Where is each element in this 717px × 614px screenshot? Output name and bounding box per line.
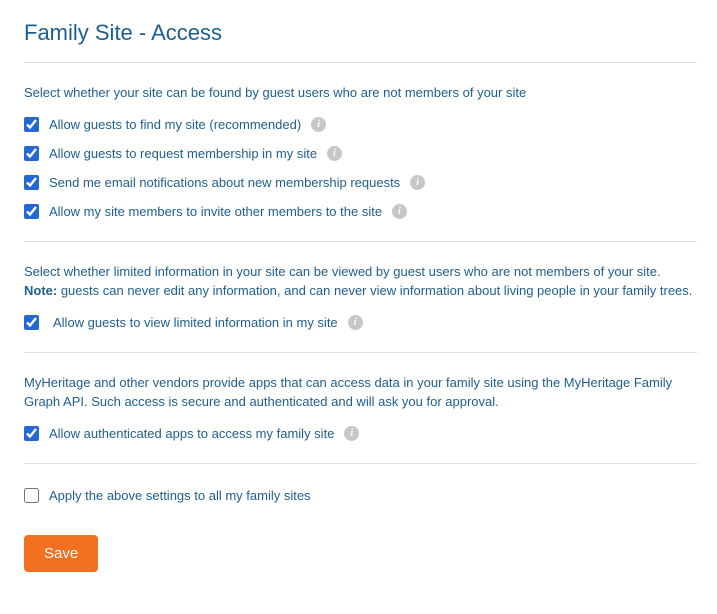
checkbox-allow-guests-request[interactable]	[24, 146, 39, 161]
option-limited-info: Allow guests to view limited information…	[24, 315, 697, 330]
info-icon[interactable]: i	[392, 204, 407, 219]
info-icon[interactable]: i	[344, 426, 359, 441]
intro-line1: Select whether limited information in yo…	[24, 264, 661, 279]
checkbox-apply-all[interactable]	[24, 488, 39, 503]
option-apply-all: Apply the above settings to all my famil…	[24, 488, 697, 503]
intro-line2: guests can never edit any information, a…	[57, 283, 692, 298]
limited-info-section: Select whether limited information in yo…	[24, 242, 697, 353]
info-icon[interactable]: i	[311, 117, 326, 132]
page-title: Family Site - Access	[24, 20, 697, 46]
info-icon[interactable]: i	[327, 146, 342, 161]
option-label: Allow guests to request membership in my…	[49, 146, 317, 161]
option-allow-guests-find: Allow guests to find my site (recommende…	[24, 117, 697, 132]
option-label: Allow my site members to invite other me…	[49, 204, 382, 219]
apply-all-section: Apply the above settings to all my famil…	[24, 464, 697, 594]
note-label: Note:	[24, 283, 57, 298]
checkbox-members-invite[interactable]	[24, 204, 39, 219]
option-label: Allow guests to find my site (recommende…	[49, 117, 301, 132]
option-label: Send me email notifications about new me…	[49, 175, 400, 190]
info-icon[interactable]: i	[348, 315, 363, 330]
checkbox-limited-info[interactable]	[24, 315, 39, 330]
checkbox-email-notifications[interactable]	[24, 175, 39, 190]
guest-access-section: Select whether your site can be found by…	[24, 63, 697, 242]
option-label: Apply the above settings to all my famil…	[49, 488, 311, 503]
option-members-invite: Allow my site members to invite other me…	[24, 204, 697, 219]
section-intro: Select whether your site can be found by…	[24, 83, 697, 103]
option-email-notifications: Send me email notifications about new me…	[24, 175, 697, 190]
option-allow-guests-request: Allow guests to request membership in my…	[24, 146, 697, 161]
info-icon[interactable]: i	[410, 175, 425, 190]
checkbox-apps-access[interactable]	[24, 426, 39, 441]
section-intro: MyHeritage and other vendors provide app…	[24, 373, 697, 412]
option-label: Allow authenticated apps to access my fa…	[49, 426, 334, 441]
option-apps-access: Allow authenticated apps to access my fa…	[24, 426, 697, 441]
apps-access-section: MyHeritage and other vendors provide app…	[24, 353, 697, 464]
section-intro: Select whether limited information in yo…	[24, 262, 697, 301]
checkbox-allow-guests-find[interactable]	[24, 117, 39, 132]
option-label: Allow guests to view limited information…	[53, 315, 338, 330]
save-button[interactable]: Save	[24, 535, 98, 572]
